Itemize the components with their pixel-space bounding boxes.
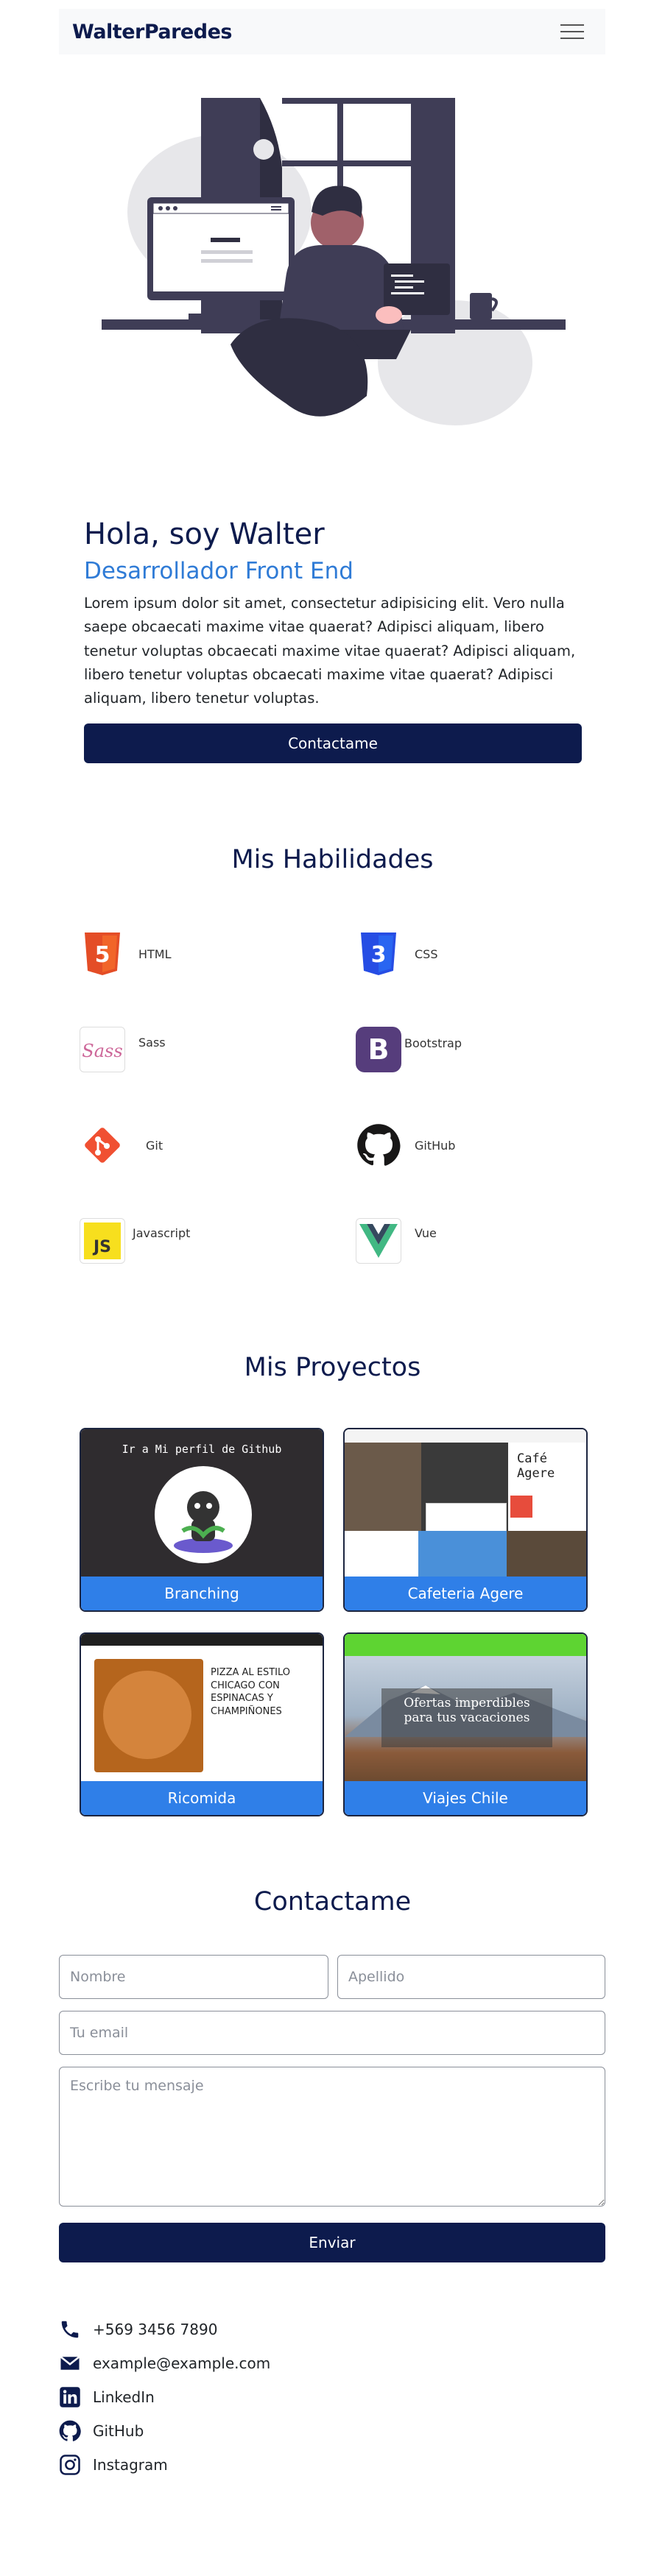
git-icon — [80, 1122, 125, 1168]
thumbnail-caption: PIZZA AL ESTILO CHICAGO CON ESPINACAS Y … — [211, 1667, 291, 1717]
thumbnail-caption: Café Agere — [508, 1443, 586, 1531]
skill-javascript: JS Javascript — [80, 1218, 190, 1264]
contact-phone[interactable]: +569 3456 7890 — [59, 2318, 217, 2340]
email-text: example@example.com — [93, 2354, 271, 2372]
project-card-viajes[interactable]: Ofertas imperdibles para tus vacaciones … — [343, 1632, 588, 1816]
project-thumbnail: Café Agere — [345, 1429, 586, 1578]
project-card-ricomida[interactable]: PIZZA AL ESTILO CHICAGO CON ESPINACAS Y … — [80, 1632, 324, 1816]
skills-title: Mis Habilidades — [231, 845, 434, 874]
hero-section: Hola, soy Walter Desarrollador Front End… — [84, 517, 582, 764]
contact-github[interactable]: GitHub — [59, 2420, 144, 2442]
skill-css: 3 CSS — [356, 931, 437, 977]
send-button[interactable]: Enviar — [59, 2223, 605, 2262]
instagram-icon — [60, 2455, 80, 2475]
svg-text:5: 5 — [95, 942, 110, 968]
brand-logo[interactable]: WalterParedes — [72, 21, 232, 43]
navbar: WalterParedes — [59, 9, 605, 54]
project-thumbnail: PIZZA AL ESTILO CHICAGO CON ESPINACAS Y … — [81, 1634, 323, 1783]
project-thumbnail: Ofertas imperdibles para tus vacaciones — [345, 1634, 586, 1783]
thumbnail-caption: Ir a Mi perfil de Github — [122, 1443, 282, 1456]
octocat-illustration — [155, 1466, 252, 1563]
github-text: GitHub — [93, 2422, 144, 2440]
skill-label: Bootstrap — [404, 1036, 462, 1050]
skill-label: CSS — [415, 946, 438, 961]
github-icon — [59, 2420, 81, 2441]
thumbnail-caption: Ofertas imperdibles para tus vacaciones — [381, 1688, 552, 1747]
svg-text:Sass: Sass — [82, 1041, 122, 1061]
skill-label: Git — [146, 1138, 163, 1153]
contact-linkedin[interactable]: LinkedIn — [59, 2386, 155, 2408]
svg-text:3: 3 — [371, 942, 387, 968]
first-name-field[interactable] — [59, 1955, 328, 1999]
linkedin-text: LinkedIn — [93, 2388, 155, 2406]
skill-github: GitHub — [356, 1122, 455, 1168]
instagram-text: Instagram — [93, 2456, 168, 2474]
last-name-field[interactable] — [337, 1955, 605, 1999]
skill-git: Git — [80, 1122, 163, 1168]
project-thumbnail: Ir a Mi perfil de Github — [81, 1429, 323, 1578]
skill-bootstrap: B Bootstrap — [356, 1027, 462, 1072]
hero-title: Hola, soy Walter — [84, 517, 325, 551]
contact-cta-button[interactable]: Contactame — [84, 723, 582, 764]
skill-label: Sass — [138, 1035, 166, 1050]
project-title: Ricomida — [81, 1781, 323, 1815]
contact-instagram[interactable]: Instagram — [59, 2454, 168, 2476]
bootstrap-icon: B — [356, 1027, 401, 1072]
hero-description: Lorem ipsum dolor sit amet, consectetur … — [84, 595, 576, 707]
page: WalterParedes Hola, soy Walter Desarroll… — [0, 0, 665, 2576]
css3-icon: 3 — [356, 931, 401, 977]
skill-label: Javascript — [133, 1225, 191, 1240]
project-card-cafeteria[interactable]: Café Agere Cafeteria Agere — [343, 1428, 588, 1612]
sass-icon: Sass — [80, 1027, 125, 1072]
hero-illustration — [102, 98, 566, 425]
skill-label: GitHub — [415, 1138, 456, 1153]
skill-html: 5 HTML — [80, 931, 172, 977]
skill-label: HTML — [138, 946, 172, 961]
github-icon — [356, 1122, 401, 1168]
project-card-branching[interactable]: Ir a Mi perfil de Github Branching — [80, 1428, 324, 1612]
skill-sass: Sass Sass — [80, 1027, 166, 1072]
contact-email[interactable]: example@example.com — [59, 2352, 270, 2374]
phone-icon — [61, 2321, 79, 2338]
javascript-icon: JS — [80, 1218, 125, 1264]
message-field[interactable] — [59, 2067, 605, 2207]
project-title: Branching — [81, 1577, 323, 1610]
project-title: Viajes Chile — [345, 1781, 586, 1815]
linkedin-icon — [60, 2387, 80, 2407]
html5-icon: 5 — [80, 931, 125, 977]
vue-icon — [356, 1218, 401, 1264]
menu-toggle-button[interactable] — [552, 17, 592, 46]
svg-text:JS: JS — [92, 1238, 111, 1256]
project-title: Cafeteria Agere — [345, 1577, 586, 1610]
phone-text: +569 3456 7890 — [93, 2321, 218, 2338]
hero-subtitle: Desarrollador Front End — [84, 558, 353, 584]
contact-title: Contactame — [253, 1887, 412, 1917]
hamburger-icon — [560, 24, 584, 26]
projects-title: Mis Proyectos — [244, 1353, 421, 1382]
skill-label: Vue — [415, 1225, 437, 1240]
skill-vue: Vue — [356, 1218, 437, 1264]
envelope-icon — [60, 2356, 80, 2370]
email-field[interactable] — [59, 2011, 605, 2055]
